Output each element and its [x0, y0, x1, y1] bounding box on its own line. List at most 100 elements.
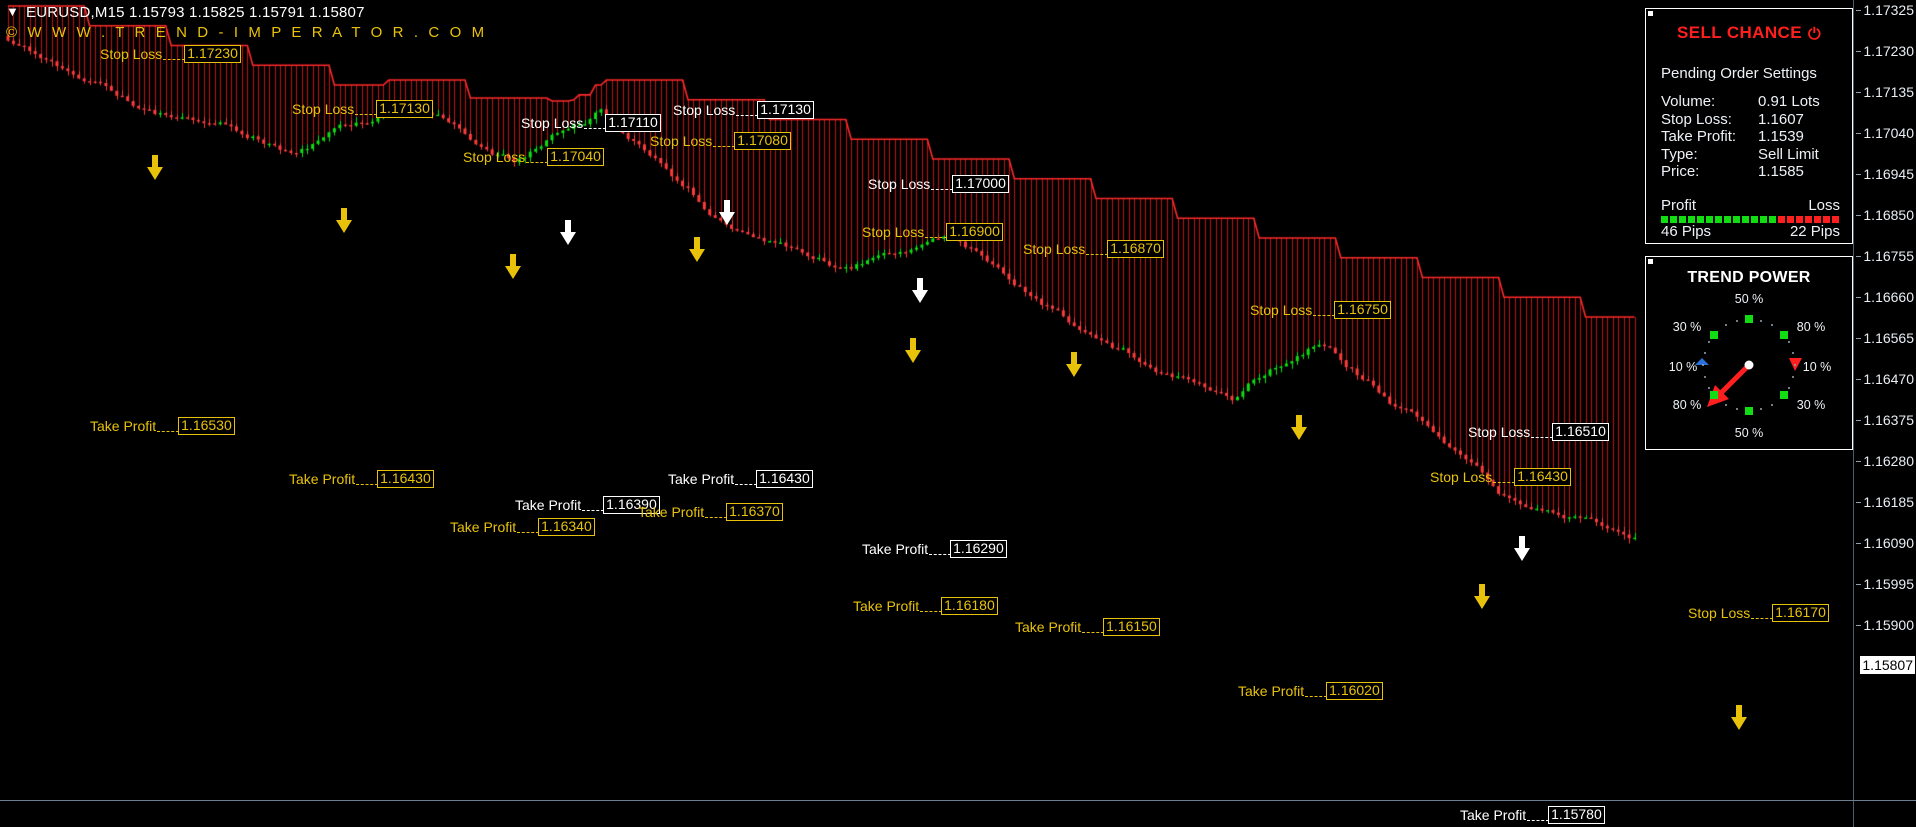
- stop-loss-label: Stop Loss 1.16870: [1023, 240, 1164, 258]
- stop-loss-label: Stop Loss 1.16170: [1688, 604, 1829, 622]
- symbol-ohlc-bar: EURUSD,M15 1.15793 1.15825 1.15791 1.158…: [26, 4, 365, 21]
- label-price-value: 1.17130: [376, 100, 433, 118]
- gauge-percent-label: 30 %: [1796, 398, 1826, 412]
- gauge-level-marker: [1745, 407, 1753, 415]
- trend-power-panel[interactable]: TREND POWER 50 % 30 % 80 % 10 % 10 % 80 % 30 %…: [1645, 256, 1853, 450]
- label-price-value: 1.16510: [1552, 423, 1609, 441]
- label-leader-line: [1531, 436, 1554, 438]
- take-profit-label: Take Profit 1.16290: [862, 540, 1007, 558]
- chart-collapse-icon[interactable]: ▼: [6, 5, 19, 18]
- label-kind-text: Stop Loss: [673, 102, 736, 118]
- label-leader-line: [157, 430, 180, 432]
- signal-arrow-down-icon: [1513, 536, 1531, 562]
- gauge-minor-tick: [1759, 408, 1762, 411]
- order-setting-key: Stop Loss:: [1661, 110, 1732, 128]
- gauge-percent-label: 50 %: [1734, 292, 1764, 306]
- stop-loss-label: Stop Loss 1.16750: [1250, 301, 1391, 319]
- gauge-level-marker: [1709, 390, 1718, 399]
- price-tick: 1.16375: [1856, 412, 1914, 428]
- pending-order-rows: Volume: 0.91 Lots Stop Loss: 1.1607 Take Pro…: [1661, 93, 1840, 181]
- loss-label: Loss: [1808, 197, 1840, 214]
- label-kind-text: Stop Loss: [1688, 605, 1751, 621]
- stop-loss-label: Stop Loss 1.17110: [521, 114, 661, 132]
- label-price-value: 1.16170: [1772, 604, 1829, 622]
- price-chart-canvas[interactable]: ▼ EURUSD,M15 1.15793 1.15825 1.15791 1.1…: [0, 0, 1916, 827]
- order-setting-value: 1.1585: [1758, 163, 1804, 180]
- price-tick: 1.16470: [1856, 371, 1914, 387]
- gauge-minor-tick: [1725, 403, 1727, 406]
- label-leader-line: [584, 127, 607, 129]
- price-tick: 1.16945: [1856, 166, 1914, 182]
- label-leader-line: [517, 531, 540, 533]
- profit-bar-block: [1688, 216, 1695, 223]
- signal-arrow-down-icon: [146, 155, 164, 181]
- price-tick: 1.16660: [1856, 289, 1914, 305]
- loss-bar-block: [1814, 216, 1821, 223]
- watermark-text: © W W W . T R E N D - I M P E R A T O R …: [6, 24, 488, 41]
- candlestick-canvas: [0, 0, 1916, 827]
- label-leader-line: [1086, 253, 1109, 255]
- order-setting-key: Price:: [1661, 163, 1700, 180]
- label-kind-text: Stop Loss: [292, 101, 355, 117]
- sell-chance-panel[interactable]: SELL CHANCE ⏻ Pending Order Settings Volu…: [1645, 8, 1853, 244]
- gauge-minor-tick: [1703, 375, 1706, 378]
- panel-anchor-handle[interactable]: [1648, 11, 1653, 16]
- take-profit-label: Take Profit 1.16430: [289, 470, 434, 488]
- signal-arrow-down-icon: [504, 254, 522, 280]
- gauge-minor-tick: [1771, 324, 1773, 327]
- gauge-minor-tick: [1703, 352, 1706, 355]
- label-kind-text: Take Profit: [862, 541, 929, 557]
- label-kind-text: Stop Loss: [1250, 302, 1313, 318]
- pending-order-settings-title: Pending Order Settings: [1661, 65, 1817, 82]
- label-kind-text: Take Profit: [1238, 683, 1305, 699]
- current-price-tag: 1.15807: [1860, 656, 1915, 674]
- label-price-value: 1.16530: [178, 417, 235, 435]
- profit-bar-block: [1751, 216, 1758, 223]
- take-profit-label: Take Profit 1.16430: [668, 470, 813, 488]
- signal-arrow-down-icon: [718, 200, 736, 226]
- label-price-value: 1.17080: [734, 132, 791, 150]
- label-price-value: 1.17000: [952, 175, 1009, 193]
- gauge-minor-tick: [1787, 387, 1790, 389]
- gauge-level-marker: [1745, 315, 1753, 323]
- price-tick: 1.15995: [1856, 576, 1914, 592]
- stop-loss-label: Stop Loss 1.17130: [673, 101, 814, 119]
- gauge-percent-label: 30 %: [1672, 320, 1702, 334]
- profit-bar-block: [1769, 216, 1776, 223]
- label-kind-text: Stop Loss: [1430, 469, 1493, 485]
- label-kind-text: Take Profit: [90, 418, 157, 434]
- take-profit-label: Take Profit 1.16340: [450, 518, 595, 536]
- signal-arrow-down-icon: [911, 278, 929, 304]
- label-price-value: 1.16150: [1103, 618, 1160, 636]
- signal-arrow-down-icon: [1730, 705, 1748, 731]
- label-leader-line: [925, 236, 948, 238]
- price-tick: 1.16565: [1856, 330, 1914, 346]
- label-kind-text: Stop Loss: [862, 224, 925, 240]
- label-price-value: 1.17040: [547, 148, 604, 166]
- gauge-minor-tick: [1708, 341, 1711, 343]
- price-tick: 1.17325: [1856, 2, 1914, 18]
- label-kind-text: Take Profit: [515, 497, 582, 513]
- price-scale[interactable]: 1.17325 1.17230 1.17135 1.17040 1.16945 1.168…: [1853, 0, 1916, 827]
- signal-arrow-down-icon: [904, 338, 922, 364]
- label-leader-line: [1493, 481, 1516, 483]
- take-profit-label: Take Profit 1.16150: [1015, 618, 1160, 636]
- price-tick: 1.16280: [1856, 453, 1914, 469]
- order-setting-row: Volume: 0.91 Lots: [1661, 93, 1840, 111]
- label-price-value: 1.16430: [756, 470, 813, 488]
- stop-loss-label: Stop Loss 1.16430: [1430, 468, 1571, 486]
- label-price-value: 1.16900: [946, 223, 1003, 241]
- label-price-value: 1.16290: [950, 540, 1007, 558]
- stop-loss-label: Stop Loss 1.16900: [862, 223, 1003, 241]
- panel-anchor-handle[interactable]: [1648, 259, 1653, 264]
- label-leader-line: [1527, 819, 1550, 821]
- profit-label: Profit: [1661, 197, 1697, 214]
- label-kind-text: Take Profit: [450, 519, 517, 535]
- price-tick: 1.15900: [1856, 617, 1914, 633]
- label-price-value: 1.17230: [184, 45, 241, 63]
- take-profit-label: Take Profit 1.16530: [90, 417, 235, 435]
- loss-bar-block: [1796, 216, 1803, 223]
- order-setting-key: Take Profit:: [1661, 128, 1737, 145]
- label-price-value: 1.16430: [377, 470, 434, 488]
- gauge-minor-tick: [1792, 375, 1795, 378]
